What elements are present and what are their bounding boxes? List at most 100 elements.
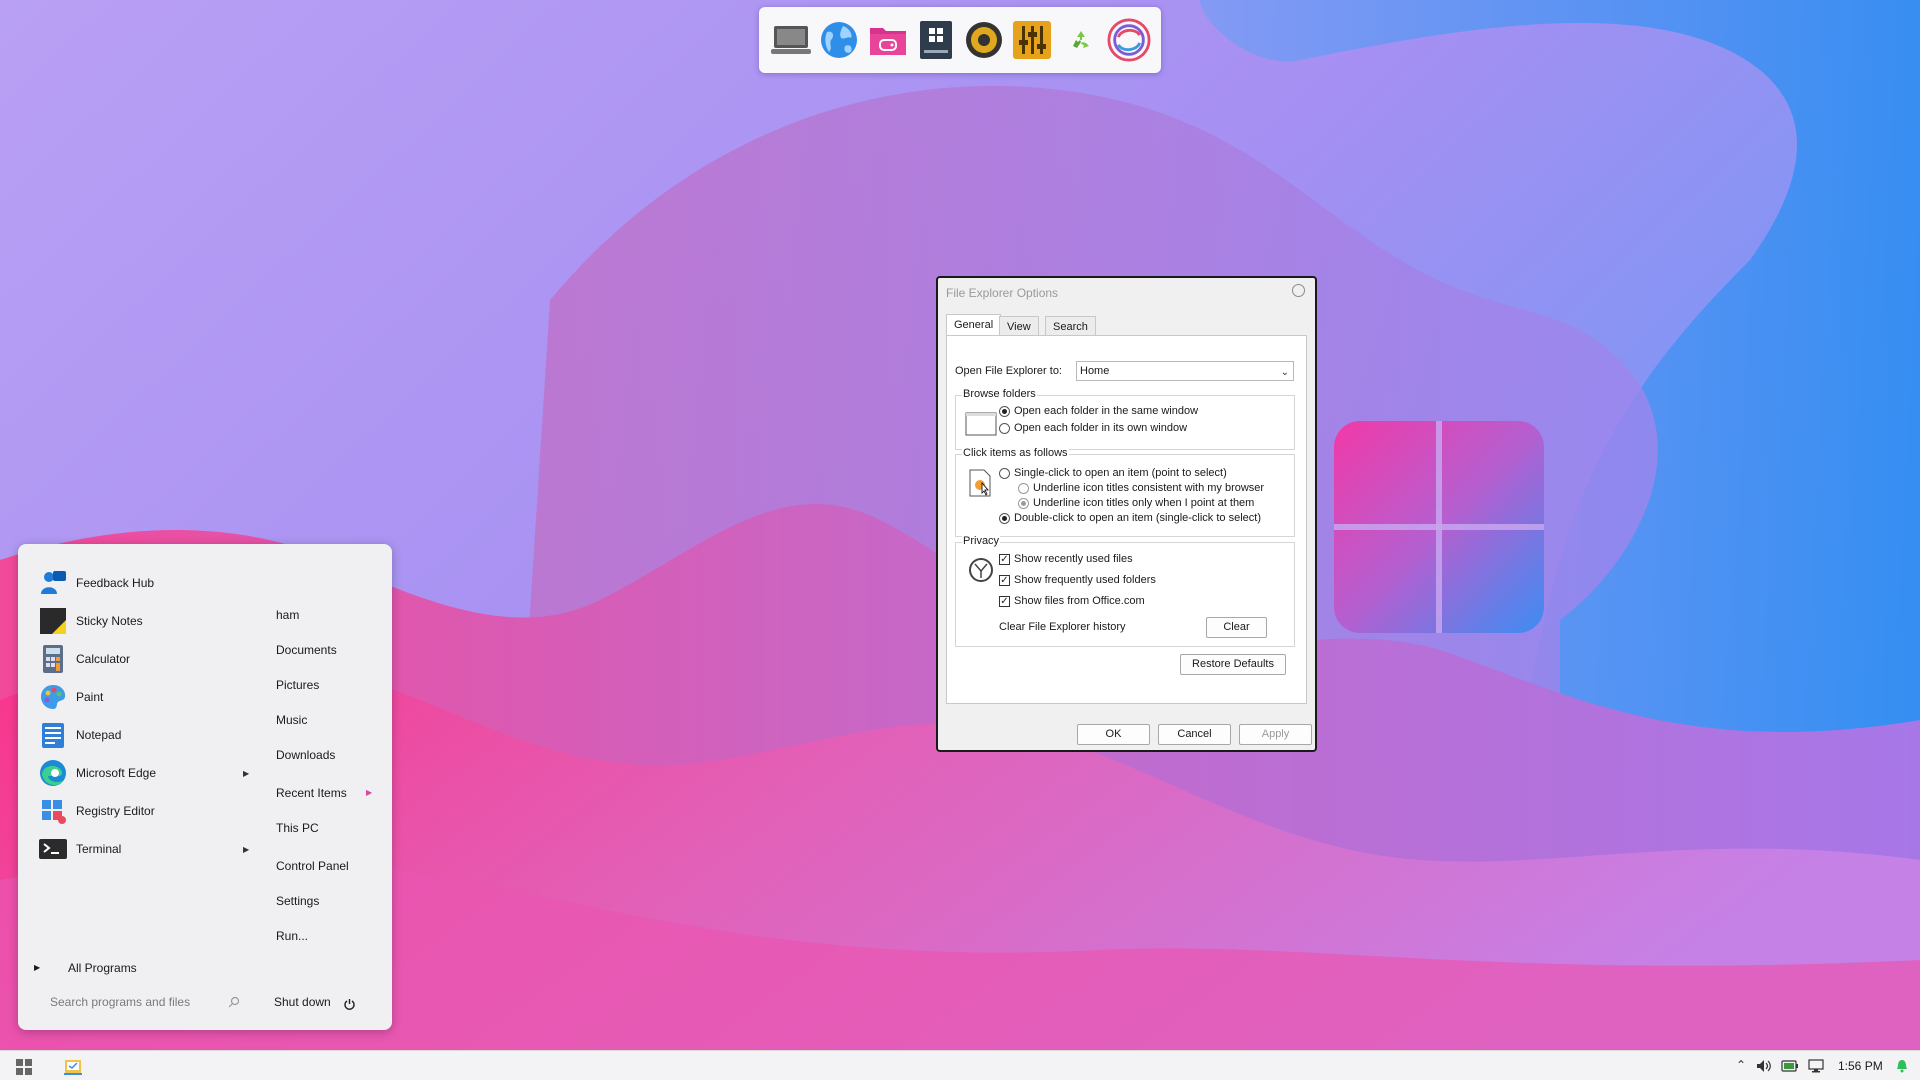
- program-label: Terminal: [76, 842, 122, 856]
- start-menu: Feedback Hub Sticky Notes Calculator Pai…: [18, 544, 392, 1030]
- privacy-group: Privacy ✓ Show recently used files ✓ Sho…: [955, 535, 1295, 647]
- shutdown-button[interactable]: Shut down: [274, 995, 331, 1009]
- place-music[interactable]: Music: [276, 713, 307, 727]
- search-input[interactable]: Search programs and files: [50, 992, 234, 1012]
- program-label: Registry Editor: [76, 804, 155, 818]
- place-pictures[interactable]: Pictures: [276, 678, 319, 692]
- privacy-title: Privacy: [962, 535, 1001, 547]
- place-this-pc[interactable]: This PC: [276, 821, 319, 835]
- feedback-hub-icon: [41, 571, 66, 594]
- place-downloads[interactable]: Downloads: [276, 748, 335, 762]
- place-run[interactable]: Run...: [276, 929, 308, 943]
- place-user-folder[interactable]: ham: [276, 608, 299, 622]
- restore-defaults-button[interactable]: Restore Defaults: [1180, 654, 1286, 675]
- edge-icon: [40, 760, 66, 786]
- window-preview-icon: [965, 412, 997, 436]
- network-icon[interactable]: [1808, 1059, 1824, 1073]
- underline-browser-radio[interactable]: [1018, 483, 1029, 494]
- place-settings[interactable]: Settings: [276, 894, 319, 908]
- taskbar-app-icon[interactable]: [64, 1057, 82, 1075]
- underline-point-label[interactable]: Underline icon titles only when I point …: [1033, 497, 1254, 509]
- frequent-folders-checkbox[interactable]: ✓: [999, 575, 1010, 586]
- double-click-radio[interactable]: [999, 513, 1010, 524]
- taskbar: ⌃ 1:56 PM: [0, 1050, 1920, 1080]
- same-window-label[interactable]: Open each folder in the same window: [1014, 405, 1198, 417]
- program-label: Microsoft Edge: [76, 766, 157, 780]
- clear-button[interactable]: Clear: [1206, 617, 1267, 638]
- office-files-checkbox[interactable]: ✓: [999, 596, 1010, 607]
- single-click-label[interactable]: Single-click to open an item (point to s…: [1014, 467, 1227, 479]
- equalizer-icon[interactable]: [1010, 17, 1054, 63]
- program-label: Notepad: [76, 728, 122, 742]
- recent-items-arrow-icon: ▶: [366, 788, 373, 797]
- calculator-icon: [43, 645, 63, 673]
- recycle-icon[interactable]: [1059, 17, 1103, 63]
- registry-editor-icon: [42, 800, 66, 824]
- general-tab-panel: Open File Explorer to: Home ⌄ Browse fol…: [946, 335, 1307, 704]
- close-icon[interactable]: [1292, 284, 1305, 297]
- clear-history-label: Clear File Explorer history: [999, 621, 1126, 633]
- power-icon[interactable]: [343, 998, 356, 1011]
- program-calculator[interactable]: Calculator: [38, 644, 238, 674]
- paint-icon: [41, 685, 66, 709]
- same-window-radio[interactable]: [999, 406, 1010, 417]
- chevron-up-icon[interactable]: ⌃: [1736, 1058, 1746, 1072]
- program-terminal[interactable]: Terminal ▶: [38, 834, 249, 864]
- submenu-arrow-icon: ▶: [243, 769, 250, 778]
- cancel-button[interactable]: Cancel: [1158, 724, 1231, 745]
- terminal-icon: [39, 839, 67, 859]
- program-label: Sticky Notes: [76, 614, 143, 628]
- tab-view[interactable]: View: [999, 316, 1039, 336]
- double-click-label[interactable]: Double-click to open an item (single-cli…: [1014, 512, 1261, 524]
- recent-files-label[interactable]: Show recently used files: [1014, 553, 1133, 565]
- apply-button[interactable]: Apply: [1239, 724, 1312, 745]
- program-sticky-notes[interactable]: Sticky Notes: [38, 606, 238, 636]
- program-notepad[interactable]: Notepad: [38, 720, 238, 750]
- laptop-icon[interactable]: [769, 17, 813, 63]
- open-to-value: Home: [1080, 365, 1110, 377]
- single-click-radio[interactable]: [999, 468, 1010, 479]
- windows-box-icon[interactable]: [914, 17, 958, 63]
- speaker-icon[interactable]: [962, 17, 1006, 63]
- all-programs-arrow-icon: ▶: [34, 963, 41, 972]
- dock: [759, 7, 1161, 73]
- frequent-folders-label[interactable]: Show frequently used folders: [1014, 574, 1156, 586]
- notepad-icon: [42, 723, 64, 748]
- submenu-arrow-icon: ▶: [243, 845, 250, 854]
- battery-icon[interactable]: [1781, 1059, 1799, 1073]
- windows-logo: [1334, 421, 1544, 633]
- clock[interactable]: 1:56 PM: [1838, 1059, 1883, 1073]
- own-window-radio[interactable]: [999, 423, 1010, 434]
- place-recent-items[interactable]: Recent Items: [276, 786, 347, 800]
- click-items-title: Click items as follows: [962, 447, 1069, 459]
- browse-folders-title: Browse folders: [962, 388, 1037, 400]
- program-label: Paint: [76, 690, 104, 704]
- tab-general[interactable]: General: [946, 314, 1002, 336]
- program-microsoft-edge[interactable]: Microsoft Edge ▶: [38, 758, 249, 788]
- recent-files-checkbox[interactable]: ✓: [999, 554, 1010, 565]
- tab-search[interactable]: Search: [1045, 316, 1096, 336]
- cursor-document-icon: [969, 469, 991, 497]
- notification-bell-icon[interactable]: [1896, 1059, 1908, 1073]
- start-button-icon[interactable]: [16, 1059, 32, 1075]
- underline-browser-label[interactable]: Underline icon titles consistent with my…: [1033, 482, 1264, 494]
- own-window-label[interactable]: Open each folder in its own window: [1014, 422, 1187, 434]
- privacy-clock-icon: [969, 558, 993, 582]
- place-documents[interactable]: Documents: [276, 643, 337, 657]
- office-files-label[interactable]: Show files from Office.com: [1014, 595, 1145, 607]
- games-folder-icon[interactable]: [866, 17, 910, 63]
- program-label: Feedback Hub: [76, 576, 155, 590]
- all-programs-button[interactable]: All Programs: [68, 961, 137, 975]
- place-control-panel[interactable]: Control Panel: [276, 859, 349, 873]
- sticky-notes-icon: [40, 608, 66, 634]
- program-paint[interactable]: Paint: [38, 682, 238, 712]
- sync-icon[interactable]: [1107, 17, 1151, 63]
- program-feedback-hub[interactable]: Feedback Hub: [38, 568, 238, 598]
- volume-icon[interactable]: [1756, 1059, 1772, 1073]
- underline-point-radio[interactable]: [1018, 498, 1029, 509]
- program-registry-editor[interactable]: Registry Editor: [38, 796, 238, 826]
- globe-icon[interactable]: [817, 17, 861, 63]
- search-icon[interactable]: [228, 996, 240, 1008]
- ok-button[interactable]: OK: [1077, 724, 1150, 745]
- open-to-dropdown[interactable]: Home ⌄: [1076, 361, 1294, 381]
